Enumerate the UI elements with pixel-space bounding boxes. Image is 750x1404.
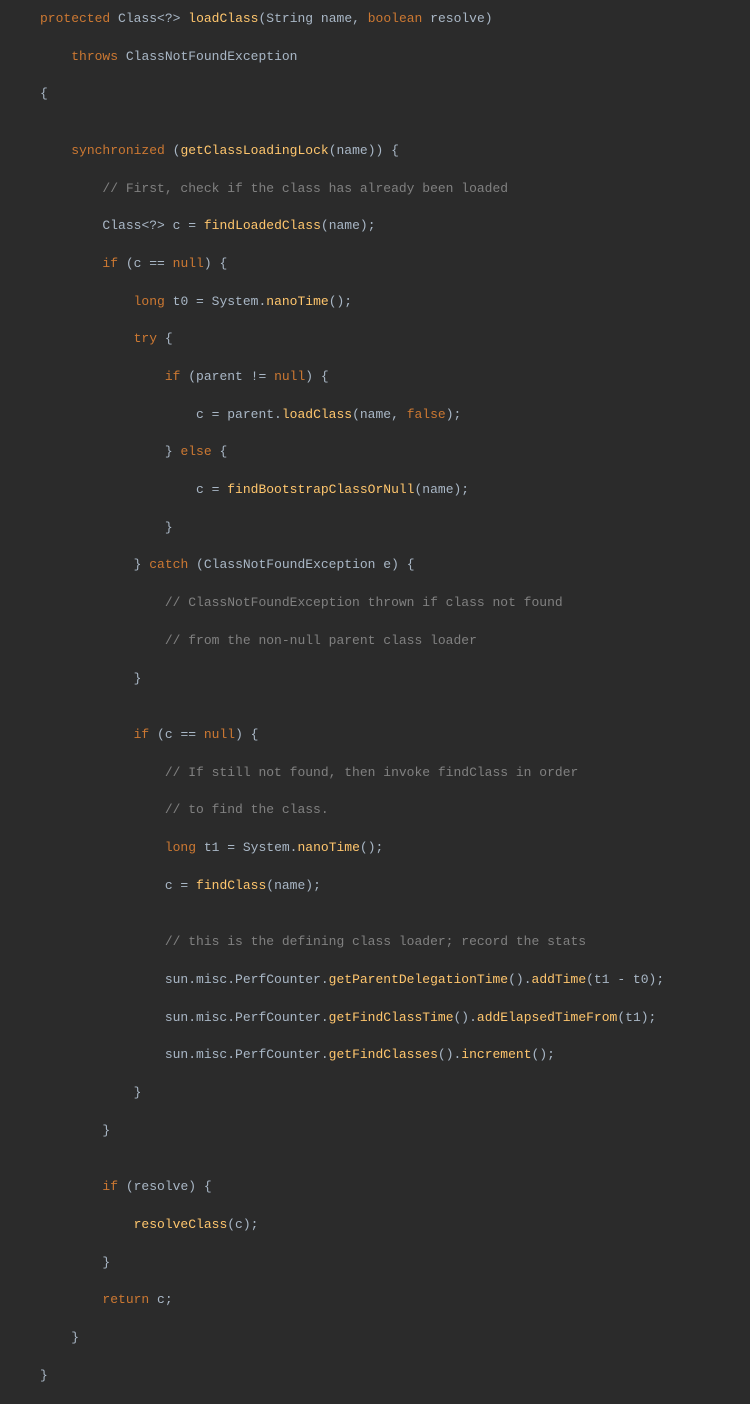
code-line: Class<?> c = findLoadedClass(name); [0, 217, 750, 236]
code-line: } [0, 1367, 750, 1386]
code-line: } [0, 1122, 750, 1141]
code-line: if (c == null) { [0, 255, 750, 274]
code-line: protected Class<?> loadClass(String name… [0, 10, 750, 29]
code-line: } [0, 670, 750, 689]
code-line: synchronized (getClassLoadingLock(name))… [0, 142, 750, 161]
code-line: } [0, 1329, 750, 1348]
code-line: if (c == null) { [0, 726, 750, 745]
code-line: } [0, 1084, 750, 1103]
code-line: c = parent.loadClass(name, false); [0, 406, 750, 425]
code-line: sun.misc.PerfCounter.getFindClassTime().… [0, 1009, 750, 1028]
code-line: sun.misc.PerfCounter.getFindClasses().in… [0, 1046, 750, 1065]
code-line: resolveClass(c); [0, 1216, 750, 1235]
code-line: // ClassNotFoundException thrown if clas… [0, 594, 750, 613]
code-line: long t0 = System.nanoTime(); [0, 293, 750, 312]
code-line: } [0, 1254, 750, 1273]
code-line: if (parent != null) { [0, 368, 750, 387]
code-line: throws ClassNotFoundException [0, 48, 750, 67]
code-line: // If still not found, then invoke findC… [0, 764, 750, 783]
code-line: } else { [0, 443, 750, 462]
code-line: sun.misc.PerfCounter.getParentDelegation… [0, 971, 750, 990]
code-line: // First, check if the class has already… [0, 180, 750, 199]
code-line: // from the non-null parent class loader [0, 632, 750, 651]
code-line: if (resolve) { [0, 1178, 750, 1197]
code-line: try { [0, 330, 750, 349]
code-line: return c; [0, 1291, 750, 1310]
code-line: } catch (ClassNotFoundException e) { [0, 556, 750, 575]
code-line: c = findClass(name); [0, 877, 750, 896]
code-line: // this is the defining class loader; re… [0, 933, 750, 952]
code-line: long t1 = System.nanoTime(); [0, 839, 750, 858]
code-line: c = findBootstrapClassOrNull(name); [0, 481, 750, 500]
code-block: protected Class<?> loadClass(String name… [0, 10, 750, 1404]
code-line: { [0, 85, 750, 104]
code-line: // to find the class. [0, 801, 750, 820]
code-line: } [0, 519, 750, 538]
